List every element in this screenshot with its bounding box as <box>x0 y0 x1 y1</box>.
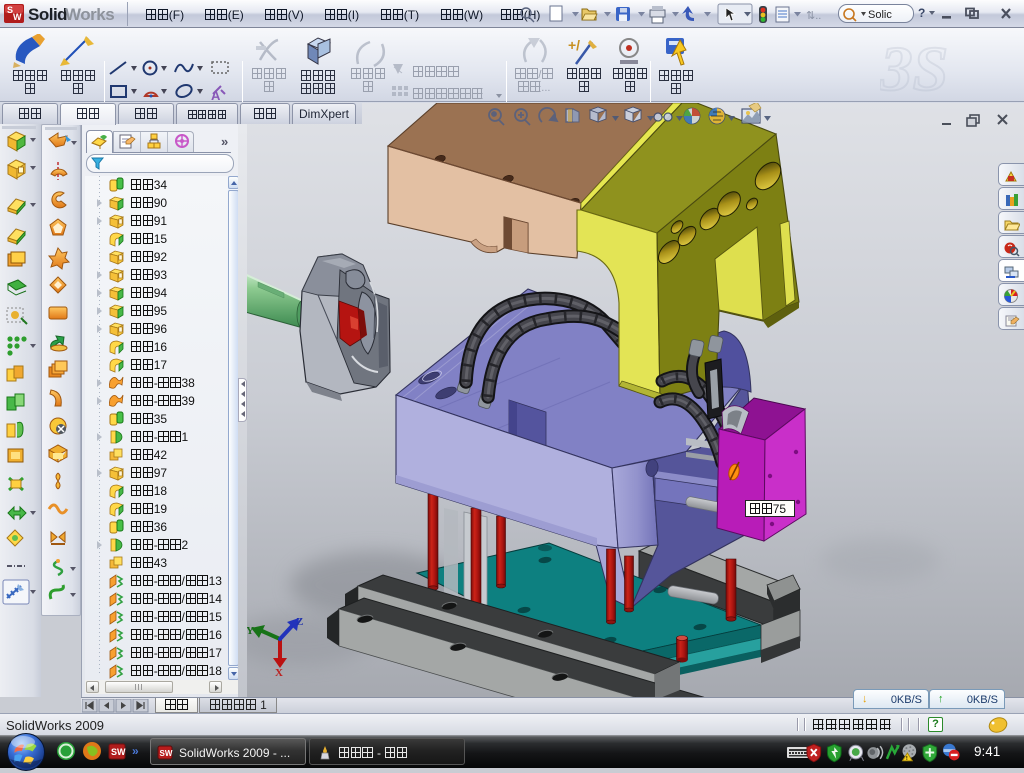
svg-text:ЗS: ЗS <box>880 33 948 102</box>
svg-text:Works: Works <box>65 5 114 24</box>
svg-text:Solic: Solic <box>868 9 892 21</box>
svg-text:⇅..: ⇅.. <box>806 10 821 22</box>
svg-text:Y: Y <box>246 625 254 637</box>
svg-text:Z: Z <box>296 616 303 628</box>
svg-text:A: A <box>211 88 221 103</box>
svg-text:SW: SW <box>111 747 126 757</box>
svg-text:W: W <box>13 12 22 22</box>
svg-text:+/: +/ <box>568 37 580 53</box>
svg-text:!: ! <box>906 756 908 762</box>
svg-text:SW: SW <box>160 749 173 758</box>
svg-text:X: X <box>275 667 283 679</box>
svg-text:»: » <box>132 744 139 758</box>
svg-text:Solid: Solid <box>28 5 67 24</box>
